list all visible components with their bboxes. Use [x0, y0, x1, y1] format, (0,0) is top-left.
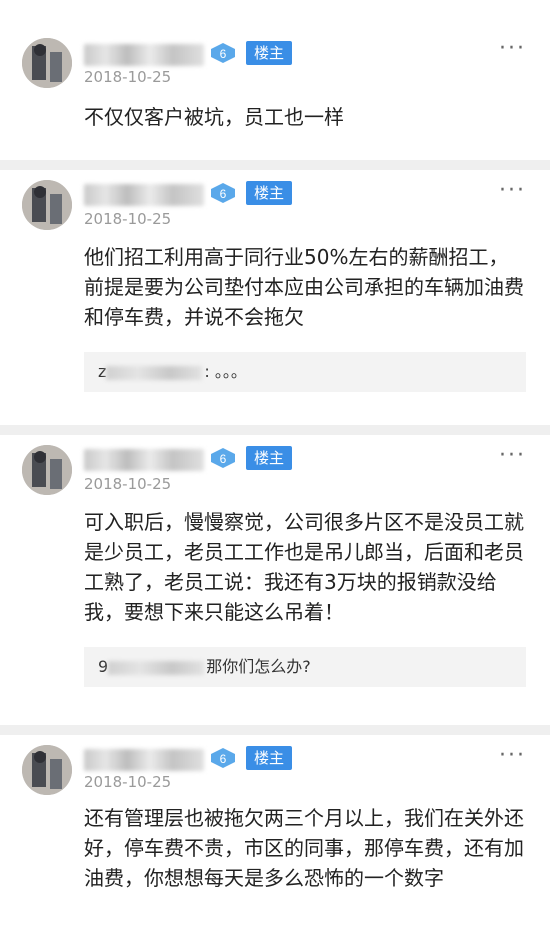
reply-author-redacted — [108, 660, 205, 675]
post-date: 2018-10-25 — [84, 475, 172, 493]
post-text: 可入职后，慢慢察觉，公司很多片区不是没员工就是少员工，老员工工作也是吊儿郎当，后… — [84, 510, 524, 624]
thread-owner-badge: 楼主 — [246, 181, 293, 205]
post-text: 还有管理层也被拖欠两三个月以上，我们在关外还好，停车费不贵，市区的同事，那停车费… — [84, 806, 524, 890]
svg-text:6: 6 — [220, 752, 227, 766]
level-badge-icon: 6 — [211, 748, 235, 768]
avatar[interactable] — [22, 180, 72, 230]
post-text: 不仅仅客户被坑，员工也一样 — [84, 105, 344, 129]
author-name-redacted[interactable] — [84, 749, 204, 771]
level-badge-icon: 6 — [211, 448, 235, 468]
post-date: 2018-10-25 — [84, 68, 172, 86]
author-name-redacted[interactable] — [84, 449, 204, 471]
comment-feed: 6 楼主 ··· 2018-10-25 不仅仅客户被坑，员工也一样 6 楼主 ·… — [0, 0, 550, 945]
comment-post: 6 楼主 ··· 2018-10-25 他们招工利用高于同行业50%左右的薪酬招… — [0, 170, 550, 425]
svg-text:6: 6 — [220, 47, 227, 61]
more-dots-icon[interactable]: ··· — [499, 180, 526, 202]
author-name-redacted[interactable] — [84, 44, 204, 66]
author-name-redacted[interactable] — [84, 184, 204, 206]
reply-author-prefix: z — [98, 362, 107, 381]
reply-author-prefix: 9 — [98, 657, 109, 676]
reply-text: 那你们怎么办? — [206, 657, 311, 676]
avatar[interactable] — [22, 745, 72, 795]
level-badge-icon: 6 — [211, 43, 235, 63]
comment-post: 6 楼主 ··· 2018-10-25 不仅仅客户被坑，员工也一样 — [0, 0, 550, 160]
reply-preview[interactable]: z : 。。。 — [84, 352, 526, 392]
post-date: 2018-10-25 — [84, 773, 172, 791]
comment-post: 6 楼主 ··· 2018-10-25 还有管理层也被拖欠两三个月以上，我们在关… — [0, 735, 550, 945]
divider — [0, 160, 550, 170]
thread-owner-badge: 楼主 — [246, 41, 293, 65]
reply-text: : 。。。 — [204, 362, 247, 381]
avatar[interactable] — [22, 445, 72, 495]
svg-text:6: 6 — [220, 187, 227, 201]
post-date: 2018-10-25 — [84, 210, 172, 228]
thread-owner-badge: 楼主 — [246, 446, 293, 470]
comment-post: 6 楼主 ··· 2018-10-25 可入职后，慢慢察觉，公司很多片区不是没员… — [0, 435, 550, 725]
more-dots-icon[interactable]: ··· — [499, 745, 526, 767]
post-text: 他们招工利用高于同行业50%左右的薪酬招工，前提是要为公司垫付本应由公司承担的车… — [84, 245, 524, 329]
thread-owner-badge: 楼主 — [246, 746, 293, 770]
divider — [0, 725, 550, 735]
divider — [0, 425, 550, 435]
avatar[interactable] — [22, 38, 72, 88]
more-dots-icon[interactable]: ··· — [499, 38, 526, 60]
reply-preview[interactable]: 9 那你们怎么办? — [84, 647, 526, 687]
more-dots-icon[interactable]: ··· — [499, 445, 526, 467]
svg-text:6: 6 — [220, 452, 227, 466]
reply-author-redacted — [106, 365, 203, 380]
level-badge-icon: 6 — [211, 183, 235, 203]
